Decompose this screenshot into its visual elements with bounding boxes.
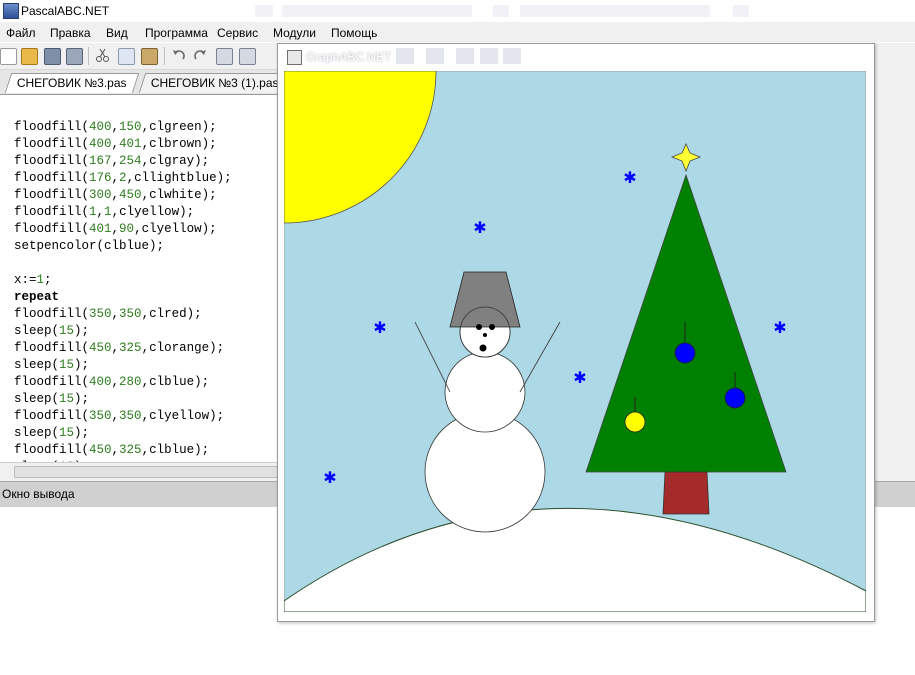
editor-background-strip [873, 43, 915, 481]
code-line[interactable]: floodfill(1,1,clyellow); [14, 204, 276, 221]
ornament-blue [674, 342, 696, 364]
tab-snegovik-3[interactable]: СНЕГОВИК №3.pas [4, 73, 139, 93]
taskbar-ghost-item [282, 5, 472, 17]
code-line[interactable]: repeat [14, 289, 276, 306]
menu-help[interactable]: Помощь [331, 26, 377, 40]
graph-toolbar-button[interactable] [426, 48, 444, 64]
ornament-blue [724, 387, 746, 409]
code-line[interactable]: floodfill(350,350,clred); [14, 306, 276, 323]
code-line[interactable]: setpencolor(clblue); [14, 238, 276, 255]
graph-toolbar-button[interactable] [396, 48, 414, 64]
code-line[interactable] [14, 255, 276, 272]
tab-snegovik-3-copy[interactable]: СНЕГОВИК №3 (1).pas [138, 73, 291, 93]
toolbar-separator [164, 47, 165, 65]
code-line[interactable]: floodfill(167,254,clgray); [14, 153, 276, 170]
code-line[interactable]: x:=1; [14, 272, 276, 289]
snowman-eye [476, 324, 482, 330]
menu-view[interactable]: Вид [106, 26, 128, 40]
code-line[interactable]: floodfill(300,450,clwhite); [14, 187, 276, 204]
run-icon[interactable] [216, 48, 233, 65]
code-line[interactable]: floodfill(450,325,clorange); [14, 340, 276, 357]
menu-file[interactable]: Файл [6, 26, 36, 40]
ornament-yellow [624, 411, 646, 433]
tab-label: СНЕГОВИК №3 (1).pas [150, 76, 279, 90]
save-all-icon[interactable] [66, 48, 83, 65]
redo-icon[interactable] [193, 48, 208, 63]
menu-program[interactable]: Программа [145, 26, 208, 40]
code-line[interactable]: floodfill(350,350,clyellow); [14, 408, 276, 425]
code-line[interactable]: sleep(15); [14, 357, 276, 374]
undo-icon[interactable] [171, 48, 186, 63]
paste-icon[interactable] [141, 48, 158, 65]
stop-icon[interactable] [239, 48, 256, 65]
toolbar [0, 43, 278, 70]
tab-label: СНЕГОВИК №3.pas [16, 76, 127, 90]
snowflake: ✱ [473, 218, 486, 237]
new-icon[interactable] [0, 48, 17, 65]
app-icon [3, 3, 19, 19]
toolbar-separator [88, 47, 89, 65]
scrollbar-thumb[interactable] [14, 466, 278, 478]
code-line[interactable]: sleep(15); [14, 391, 276, 408]
snowflake: ✱ [373, 318, 386, 337]
graph-window-icon [287, 50, 302, 65]
code-line[interactable]: sleep(15); [14, 425, 276, 442]
open-icon[interactable] [21, 48, 38, 65]
code-lines[interactable]: floodfill(400,150,clgreen); floodfill(400… [14, 119, 276, 462]
taskbar-ghost-icon [493, 5, 509, 17]
code-line[interactable]: floodfill(400,280,clblue); [14, 374, 276, 391]
code-line[interactable]: sleep(15); [14, 323, 276, 340]
code-line[interactable]: floodfill(176,2,cllightblue); [14, 170, 276, 187]
copy-icon[interactable] [118, 48, 135, 65]
app-title: PascalABC.NET [21, 4, 110, 18]
snowflake: ✱ [773, 318, 786, 337]
snowman-eye [489, 324, 495, 330]
graph-window-title: GraphABC.NET [306, 50, 392, 64]
graph-toolbar-button[interactable] [480, 48, 498, 64]
menu-service[interactable]: Сервис [217, 26, 258, 40]
graph-toolbar-button[interactable] [456, 48, 474, 64]
code-line[interactable]: floodfill(401,90,clyellow); [14, 221, 276, 238]
menu-edit[interactable]: Правка [50, 26, 91, 40]
snowman-middle [444, 351, 526, 433]
snowman-nose [483, 333, 487, 337]
cut-icon[interactable] [95, 48, 110, 63]
tree-trunk [662, 471, 710, 515]
menu-modules[interactable]: Модули [273, 26, 316, 40]
snowflake: ✱ [573, 368, 586, 387]
save-icon[interactable] [44, 48, 61, 65]
code-line[interactable]: floodfill(400,150,clgreen); [14, 119, 276, 136]
snowman-mouth [479, 344, 487, 352]
code-line[interactable]: floodfill(450,325,clblue); [14, 442, 276, 459]
snowflake: ✱ [323, 468, 336, 487]
graph-canvas[interactable]: ✱ ✱ ✱ ✱ ✱ ✱ [284, 71, 866, 612]
taskbar-ghost-icon [255, 5, 273, 17]
output-panel-title: Окно вывода [2, 487, 75, 501]
snowflake: ✱ [623, 168, 636, 187]
taskbar-ghost-icon [733, 5, 749, 17]
menu-bar [0, 22, 915, 42]
graph-toolbar-button[interactable] [503, 48, 521, 64]
code-line[interactable]: floodfill(400,401,clbrown); [14, 136, 276, 153]
taskbar-ghost-item [520, 5, 710, 17]
